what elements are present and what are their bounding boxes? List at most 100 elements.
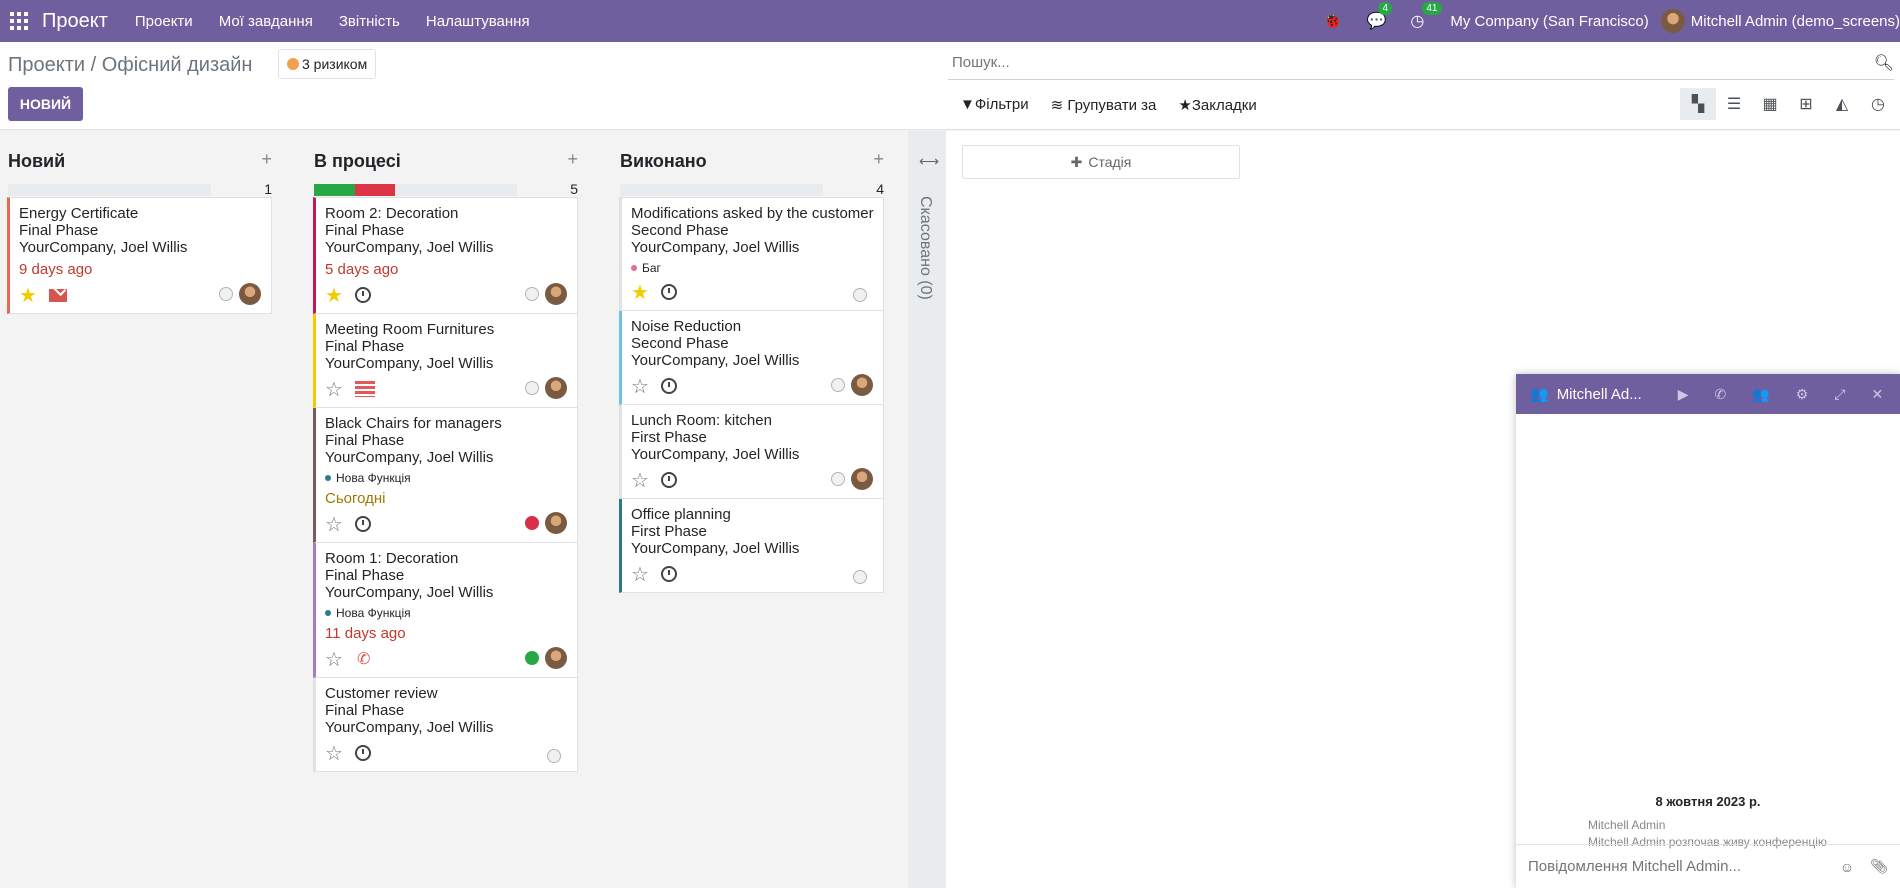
priority-star-icon[interactable]: ☆: [325, 512, 351, 537]
emoji-icon[interactable]: ☺: [1840, 859, 1854, 875]
close-icon[interactable]: ✕: [1871, 386, 1883, 403]
add-users-icon[interactable]: 👥: [1752, 386, 1769, 403]
list-view-icon[interactable]: ☰: [1716, 88, 1752, 120]
menu-settings[interactable]: Налаштування: [426, 13, 530, 30]
document-icon[interactable]: [355, 381, 375, 397]
expand-icon[interactable]: ⤢: [1834, 386, 1845, 403]
priority-star-icon[interactable]: ☆: [325, 741, 351, 766]
task-card[interactable]: Office planning First Phase YourCompany,…: [619, 499, 884, 593]
search-icon[interactable]: 🔍︎: [1874, 53, 1894, 73]
task-card[interactable]: Meeting Room Furnitures Final Phase Your…: [313, 314, 578, 408]
gear-icon[interactable]: ⚙: [1796, 386, 1809, 403]
assignee-avatar[interactable]: [545, 283, 567, 305]
progress-segment[interactable]: [314, 184, 355, 196]
priority-star-icon[interactable]: ★: [631, 280, 657, 305]
folded-column-cancelled[interactable]: ⟷ Скасовано (0): [908, 131, 946, 888]
quick-create-plus-icon[interactable]: +: [567, 149, 578, 170]
kanban-state-icon[interactable]: [525, 287, 539, 301]
clock-icon[interactable]: [661, 284, 677, 300]
column-header: В процесі + 5: [306, 131, 578, 197]
kanban-state-icon[interactable]: [853, 288, 867, 302]
add-stage-button[interactable]: ✚ Стадія: [962, 145, 1240, 179]
progress-segment[interactable]: [354, 184, 396, 196]
kanban-state-icon[interactable]: [831, 472, 845, 486]
column-progress-bar[interactable]: [8, 184, 211, 196]
user-avatar[interactable]: [1660, 9, 1685, 33]
task-card[interactable]: Energy Certificate Final Phase YourCompa…: [7, 197, 272, 314]
attachment-icon[interactable]: 📎︎: [1870, 858, 1888, 875]
assignee-avatar[interactable]: [545, 647, 567, 669]
column-progress-bar[interactable]: [620, 184, 823, 196]
clock-icon[interactable]: [355, 516, 371, 532]
kanban-state-icon[interactable]: [525, 651, 539, 665]
priority-star-icon[interactable]: ☆: [631, 562, 657, 587]
kanban-view-icon[interactable]: ▚: [1680, 88, 1716, 120]
clock-icon[interactable]: [661, 566, 677, 582]
task-card[interactable]: Lunch Room: kitchen First Phase YourComp…: [619, 405, 884, 499]
task-card[interactable]: Noise Reduction Second Phase YourCompany…: [619, 311, 884, 405]
task-card[interactable]: Room 2: Decoration Final Phase YourCompa…: [313, 197, 578, 314]
company-switcher[interactable]: My Company (San Francisco): [1450, 13, 1648, 30]
bug-icon[interactable]: 🐞: [1323, 11, 1343, 31]
search-input[interactable]: [948, 54, 1874, 71]
menu-projects[interactable]: Проекти: [135, 13, 193, 30]
chat-header[interactable]: 👥 Mitchell Ad... ▶ ✆ 👥 ⚙ ⤢ ✕: [1516, 374, 1900, 414]
priority-star-icon[interactable]: ★: [19, 283, 45, 308]
task-card[interactable]: Customer review Final Phase YourCompany,…: [313, 678, 578, 772]
favorites-button[interactable]: ★Закладки: [1178, 96, 1256, 114]
task-card[interactable]: Room 1: Decoration Final Phase YourCompa…: [313, 543, 578, 678]
quick-create-plus-icon[interactable]: +: [873, 149, 884, 170]
clock-icon[interactable]: [355, 745, 371, 761]
assignee-avatar[interactable]: [545, 512, 567, 534]
clock-icon[interactable]: [661, 378, 677, 394]
activity-view-icon[interactable]: ◷: [1860, 88, 1896, 120]
assignee-avatar[interactable]: [851, 374, 873, 396]
menu-my-tasks[interactable]: Мої завдання: [219, 13, 313, 30]
column-title[interactable]: Виконано: [620, 151, 707, 172]
user-menu[interactable]: Mitchell Admin (demo_screens): [1691, 13, 1900, 30]
assignee-avatar[interactable]: [545, 377, 567, 399]
card-deadline: 5 days ago: [325, 261, 399, 278]
kanban-state-icon[interactable]: [831, 378, 845, 392]
menu-reporting[interactable]: Звітність: [339, 13, 400, 30]
clock-icon[interactable]: [661, 472, 677, 488]
pivot-view-icon[interactable]: ⊞: [1788, 88, 1824, 120]
priority-star-icon[interactable]: ☆: [325, 377, 351, 402]
filters-button[interactable]: ▼Фільтри: [960, 96, 1029, 114]
unfold-arrow-icon[interactable]: ⟷: [919, 153, 939, 170]
kanban-state-icon[interactable]: [525, 381, 539, 395]
priority-star-icon[interactable]: ☆: [631, 468, 657, 493]
column-title[interactable]: Новий: [8, 151, 65, 172]
breadcrumb[interactable]: Проекти / Офісний дизайн: [8, 54, 252, 77]
graph-view-icon[interactable]: ◭: [1824, 88, 1860, 120]
risk-status-button[interactable]: 3 ризиком: [278, 49, 377, 79]
chat-message-input[interactable]: [1528, 858, 1824, 875]
column-title[interactable]: В процесі: [314, 151, 401, 172]
kanban-state-icon[interactable]: [547, 749, 561, 763]
apps-menu-icon[interactable]: [10, 12, 28, 30]
activity-clock-icon[interactable]: ◷ 41: [1410, 2, 1442, 31]
assignee-avatar[interactable]: [239, 283, 261, 305]
priority-star-icon[interactable]: ★: [325, 283, 351, 308]
assignee-avatar[interactable]: [851, 468, 873, 490]
messages-icon[interactable]: 💬 4: [1366, 2, 1393, 31]
calendar-view-icon[interactable]: ▦: [1752, 88, 1788, 120]
quick-create-plus-icon[interactable]: +: [261, 149, 272, 170]
column-progress-bar[interactable]: [314, 184, 517, 196]
group-by-button[interactable]: ≋ Групувати за: [1051, 96, 1157, 114]
new-button[interactable]: НОВИЙ: [8, 87, 83, 121]
app-brand[interactable]: Проект: [42, 10, 108, 33]
phone-icon[interactable]: ✆: [1715, 386, 1727, 403]
priority-star-icon[interactable]: ☆: [631, 374, 657, 399]
clock-icon[interactable]: [355, 287, 371, 303]
priority-star-icon[interactable]: ☆: [325, 647, 351, 672]
column-count: 5: [570, 181, 578, 197]
email-icon[interactable]: [49, 288, 67, 302]
task-card[interactable]: Black Chairs for managers Final Phase Yo…: [313, 408, 578, 543]
kanban-state-icon[interactable]: [525, 516, 539, 530]
task-card[interactable]: Modifications asked by the customer Seco…: [619, 197, 884, 311]
video-call-icon[interactable]: ▶: [1678, 386, 1689, 403]
kanban-state-icon[interactable]: [853, 570, 867, 584]
kanban-state-icon[interactable]: [219, 287, 233, 301]
phone-icon[interactable]: ✆: [357, 649, 370, 669]
